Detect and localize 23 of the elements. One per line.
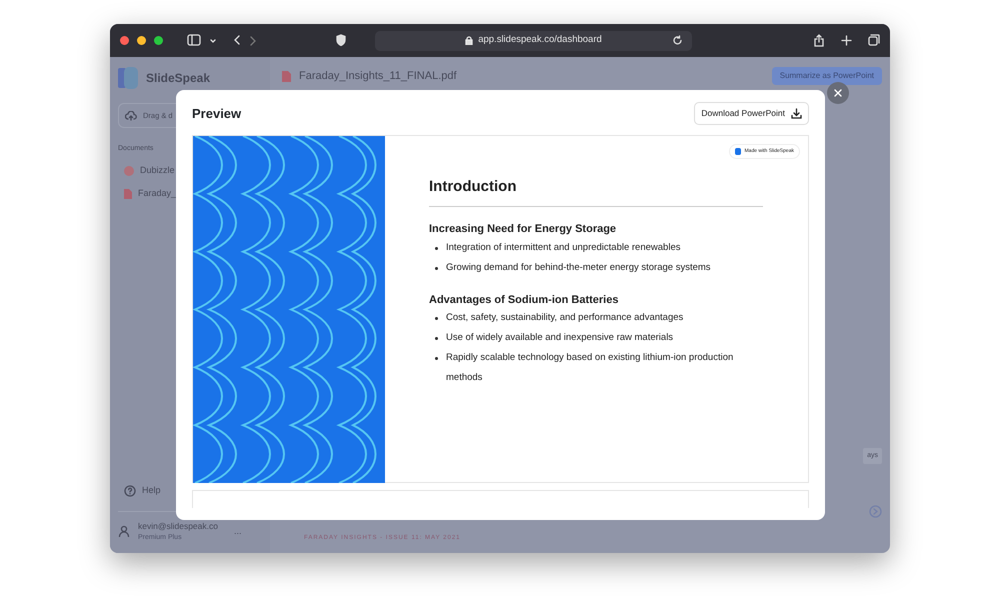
bullet-text: Cost, safety, sustainability, and performance advantages bbox=[446, 311, 684, 326]
document-item[interactable]: Dubizzle bbox=[118, 158, 262, 182]
document-item[interactable]: Faraday_ bbox=[118, 182, 262, 206]
bullet-text: Growing demand for behind-the-meter energy storage systems bbox=[446, 260, 711, 275]
modal-title: Preview bbox=[192, 104, 242, 123]
slide-title: Introduction bbox=[429, 176, 763, 208]
section-heading: Advantages of Sodium-ion Batteries bbox=[429, 292, 620, 308]
user-email: kevin@slidespeak.co bbox=[138, 520, 218, 532]
download-button[interactable]: Download PowerPoint bbox=[694, 102, 809, 125]
help-text: Help bbox=[142, 484, 161, 498]
section-heading: Increasing Need for Energy Storage bbox=[429, 222, 618, 238]
help-link[interactable]: Help bbox=[118, 479, 262, 503]
document-name: Dubizzle bbox=[140, 164, 175, 177]
file-title: Faraday_Insights_11_FINAL.pdf bbox=[299, 68, 457, 84]
more-button[interactable]: ... bbox=[234, 524, 242, 538]
document-name: Faraday_ bbox=[138, 187, 176, 200]
address-bar[interactable]: app.slidespeak.co/dashboard bbox=[375, 30, 692, 50]
bullet-text: Integration of intermittent and unpredictable renewables bbox=[446, 240, 680, 255]
url-text: app.slidespeak.co/dashboard bbox=[478, 33, 602, 48]
summarize-button[interactable]: Summarize as PowerPoint bbox=[772, 67, 882, 85]
bullet-text: Use of widely available and inexpensive raw materials bbox=[446, 331, 674, 346]
bullet-text: Rapidly scalable technology based on existing lithium-ion production methods bbox=[446, 351, 734, 386]
logo-text: SlideSpeak bbox=[146, 70, 210, 87]
